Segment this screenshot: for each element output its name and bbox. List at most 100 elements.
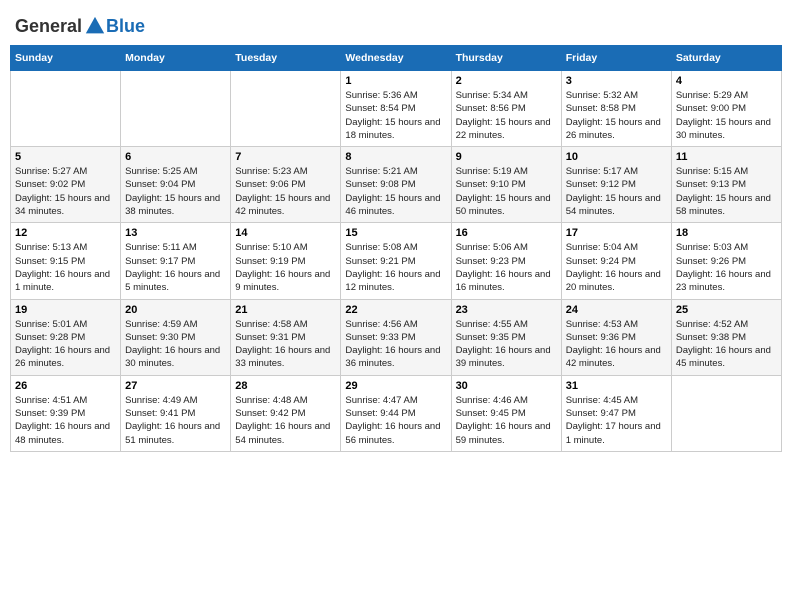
calendar-week-row: 12 Sunrise: 5:13 AM Sunset: 9:15 PM Dayli… [11, 223, 782, 299]
calendar-week-row: 26 Sunrise: 4:51 AM Sunset: 9:39 PM Dayli… [11, 375, 782, 451]
day-info: Sunrise: 4:56 AM Sunset: 9:33 PM Dayligh… [345, 318, 446, 371]
calendar-header-row: SundayMondayTuesdayWednesdayThursdayFrid… [11, 46, 782, 71]
day-number: 11 [676, 151, 777, 163]
day-info: Sunrise: 5:06 AM Sunset: 9:23 PM Dayligh… [456, 241, 557, 294]
day-info: Sunrise: 5:11 AM Sunset: 9:17 PM Dayligh… [125, 241, 226, 294]
calendar-cell [231, 71, 341, 147]
logo-blue: Blue [106, 16, 145, 37]
calendar-cell: 1 Sunrise: 5:36 AM Sunset: 8:54 PM Daylig… [341, 71, 451, 147]
day-info: Sunrise: 5:17 AM Sunset: 9:12 PM Dayligh… [566, 165, 667, 218]
day-info: Sunrise: 4:51 AM Sunset: 9:39 PM Dayligh… [15, 394, 116, 447]
calendar-cell: 31 Sunrise: 4:45 AM Sunset: 9:47 PM Dayli… [561, 375, 671, 451]
day-info: Sunrise: 4:46 AM Sunset: 9:45 PM Dayligh… [456, 394, 557, 447]
calendar-cell: 15 Sunrise: 5:08 AM Sunset: 9:21 PM Dayli… [341, 223, 451, 299]
day-info: Sunrise: 5:23 AM Sunset: 9:06 PM Dayligh… [235, 165, 336, 218]
calendar-cell: 5 Sunrise: 5:27 AM Sunset: 9:02 PM Daylig… [11, 147, 121, 223]
calendar-week-row: 5 Sunrise: 5:27 AM Sunset: 9:02 PM Daylig… [11, 147, 782, 223]
day-number: 14 [235, 227, 336, 239]
day-info: Sunrise: 5:36 AM Sunset: 8:54 PM Dayligh… [345, 89, 446, 142]
calendar-cell: 21 Sunrise: 4:58 AM Sunset: 9:31 PM Dayli… [231, 299, 341, 375]
day-info: Sunrise: 4:55 AM Sunset: 9:35 PM Dayligh… [456, 318, 557, 371]
day-info: Sunrise: 4:48 AM Sunset: 9:42 PM Dayligh… [235, 394, 336, 447]
calendar-cell: 6Sunrise: 5:25 AM Sunset: 9:04 PM Daylig… [121, 147, 231, 223]
calendar-cell: 23Sunrise: 4:55 AM Sunset: 9:35 PM Dayli… [451, 299, 561, 375]
day-info: Sunrise: 5:29 AM Sunset: 9:00 PM Dayligh… [676, 89, 777, 142]
calendar-cell [121, 71, 231, 147]
day-number: 21 [235, 304, 336, 316]
day-info: Sunrise: 4:52 AM Sunset: 9:38 PM Dayligh… [676, 318, 777, 371]
day-info: Sunrise: 5:04 AM Sunset: 9:24 PM Dayligh… [566, 241, 667, 294]
logo: General Blue [15, 15, 145, 37]
calendar-cell: 8 Sunrise: 5:21 AM Sunset: 9:08 PM Daylig… [341, 147, 451, 223]
day-info: Sunrise: 4:59 AM Sunset: 9:30 PM Dayligh… [125, 318, 226, 371]
day-info: Sunrise: 5:32 AM Sunset: 8:58 PM Dayligh… [566, 89, 667, 142]
day-header-wednesday: Wednesday [341, 46, 451, 71]
page-header: General Blue [10, 10, 782, 37]
calendar-cell: 18 Sunrise: 5:03 AM Sunset: 9:26 PM Dayli… [671, 223, 781, 299]
day-info: Sunrise: 4:49 AM Sunset: 9:41 PM Dayligh… [125, 394, 226, 447]
day-number: 30 [456, 380, 557, 392]
day-info: Sunrise: 4:45 AM Sunset: 9:47 PM Dayligh… [566, 394, 667, 447]
day-header-thursday: Thursday [451, 46, 561, 71]
day-number: 18 [676, 227, 777, 239]
calendar-cell: 25 Sunrise: 4:52 AM Sunset: 9:38 PM Dayli… [671, 299, 781, 375]
day-info: Sunrise: 5:15 AM Sunset: 9:13 PM Dayligh… [676, 165, 777, 218]
day-info: Sunrise: 5:03 AM Sunset: 9:26 PM Dayligh… [676, 241, 777, 294]
calendar-cell: 4Sunrise: 5:29 AM Sunset: 9:00 PM Daylig… [671, 71, 781, 147]
calendar-cell: 10 Sunrise: 5:17 AM Sunset: 9:12 PM Dayli… [561, 147, 671, 223]
day-header-monday: Monday [121, 46, 231, 71]
day-header-saturday: Saturday [671, 46, 781, 71]
day-info: Sunrise: 5:19 AM Sunset: 9:10 PM Dayligh… [456, 165, 557, 218]
day-number: 9 [456, 151, 557, 163]
calendar-table: SundayMondayTuesdayWednesdayThursdayFrid… [10, 45, 782, 452]
logo-icon [84, 15, 106, 37]
calendar-cell: 14 Sunrise: 5:10 AM Sunset: 9:19 PM Dayli… [231, 223, 341, 299]
day-info: Sunrise: 5:01 AM Sunset: 9:28 PM Dayligh… [15, 318, 116, 371]
day-number: 20 [125, 304, 226, 316]
calendar-cell: 26 Sunrise: 4:51 AM Sunset: 9:39 PM Dayli… [11, 375, 121, 451]
day-number: 8 [345, 151, 446, 163]
calendar-cell: 3 Sunrise: 5:32 AM Sunset: 8:58 PM Daylig… [561, 71, 671, 147]
calendar-cell: 13 Sunrise: 5:11 AM Sunset: 9:17 PM Dayli… [121, 223, 231, 299]
calendar-cell: 22 Sunrise: 4:56 AM Sunset: 9:33 PM Dayli… [341, 299, 451, 375]
day-number: 27 [125, 380, 226, 392]
day-number: 10 [566, 151, 667, 163]
calendar-cell: 9 Sunrise: 5:19 AM Sunset: 9:10 PM Daylig… [451, 147, 561, 223]
calendar-cell: 16 Sunrise: 5:06 AM Sunset: 9:23 PM Dayli… [451, 223, 561, 299]
day-info: Sunrise: 5:10 AM Sunset: 9:19 PM Dayligh… [235, 241, 336, 294]
day-header-friday: Friday [561, 46, 671, 71]
calendar-cell: 2Sunrise: 5:34 AM Sunset: 8:56 PM Daylig… [451, 71, 561, 147]
day-number: 29 [345, 380, 446, 392]
day-info: Sunrise: 5:25 AM Sunset: 9:04 PM Dayligh… [125, 165, 226, 218]
day-header-tuesday: Tuesday [231, 46, 341, 71]
day-number: 16 [456, 227, 557, 239]
day-number: 13 [125, 227, 226, 239]
day-info: Sunrise: 5:13 AM Sunset: 9:15 PM Dayligh… [15, 241, 116, 294]
calendar-cell: 12 Sunrise: 5:13 AM Sunset: 9:15 PM Dayli… [11, 223, 121, 299]
day-number: 26 [15, 380, 116, 392]
day-number: 1 [345, 75, 446, 87]
day-number: 22 [345, 304, 446, 316]
calendar-cell: 17Sunrise: 5:04 AM Sunset: 9:24 PM Dayli… [561, 223, 671, 299]
calendar-cell: 30 Sunrise: 4:46 AM Sunset: 9:45 PM Dayli… [451, 375, 561, 451]
logo-general: General [15, 16, 82, 37]
day-number: 3 [566, 75, 667, 87]
day-number: 19 [15, 304, 116, 316]
day-info: Sunrise: 5:27 AM Sunset: 9:02 PM Dayligh… [15, 165, 116, 218]
day-number: 12 [15, 227, 116, 239]
calendar-week-row: 1 Sunrise: 5:36 AM Sunset: 8:54 PM Daylig… [11, 71, 782, 147]
calendar-cell [11, 71, 121, 147]
day-info: Sunrise: 5:34 AM Sunset: 8:56 PM Dayligh… [456, 89, 557, 142]
calendar-cell: 28 Sunrise: 4:48 AM Sunset: 9:42 PM Dayli… [231, 375, 341, 451]
day-info: Sunrise: 5:21 AM Sunset: 9:08 PM Dayligh… [345, 165, 446, 218]
day-info: Sunrise: 5:08 AM Sunset: 9:21 PM Dayligh… [345, 241, 446, 294]
calendar-week-row: 19 Sunrise: 5:01 AM Sunset: 9:28 PM Dayli… [11, 299, 782, 375]
day-info: Sunrise: 4:58 AM Sunset: 9:31 PM Dayligh… [235, 318, 336, 371]
calendar-cell: 11 Sunrise: 5:15 AM Sunset: 9:13 PM Dayli… [671, 147, 781, 223]
day-number: 25 [676, 304, 777, 316]
day-number: 31 [566, 380, 667, 392]
day-number: 5 [15, 151, 116, 163]
day-number: 24 [566, 304, 667, 316]
day-number: 28 [235, 380, 336, 392]
day-number: 15 [345, 227, 446, 239]
